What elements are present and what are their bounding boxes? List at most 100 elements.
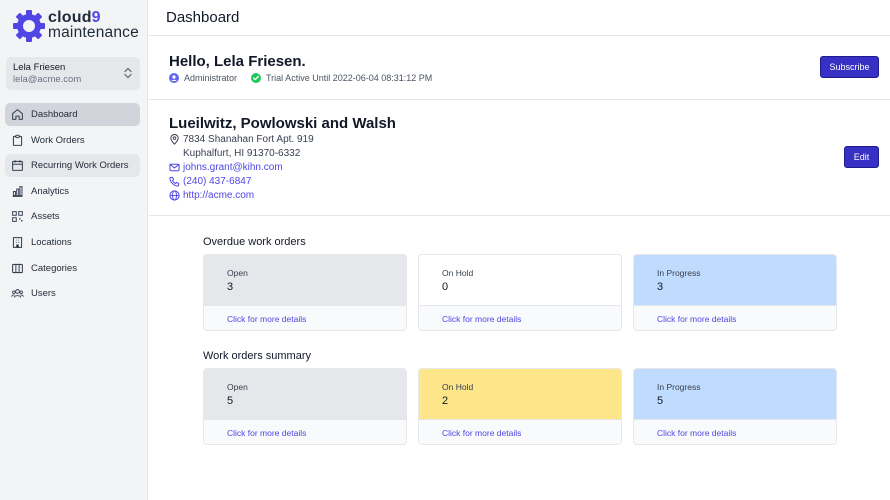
user-circle-icon: [169, 73, 179, 83]
map-pin-icon: [170, 134, 179, 145]
sidebar-item-label: Recurring Work Orders: [31, 160, 129, 172]
globe-icon: [169, 190, 180, 201]
sidebar-item-categories[interactable]: Categories: [5, 257, 140, 280]
card-label: In Progress: [657, 268, 701, 278]
card-details-link[interactable]: Click for more details: [657, 428, 736, 438]
user-role: Administrator: [184, 73, 238, 83]
card-label: On Hold: [442, 268, 474, 278]
sidebar-item-label: Analytics: [31, 185, 70, 197]
card-label: Open: [227, 382, 248, 392]
card-footer: Click for more details: [204, 419, 406, 444]
email-link[interactable]: johns.grant@kihn.com: [183, 162, 283, 173]
greeting-section: Hello, Lela Friesen. Administrator Trial…: [149, 36, 890, 100]
card-top: Open 5: [204, 369, 406, 419]
sidebar-item-work-orders[interactable]: Work Orders: [5, 129, 140, 152]
user-name: Lela Friesen: [13, 62, 66, 73]
home-icon: [12, 109, 23, 120]
brand-text: cloud9 maintenance: [48, 9, 139, 41]
building-icon: [12, 237, 23, 248]
sidebar-item-locations[interactable]: Locations: [5, 231, 140, 254]
card-details-link[interactable]: Click for more details: [227, 314, 306, 324]
card-value: 2: [442, 395, 449, 407]
card-label: Open: [227, 268, 248, 278]
greeting-title: Hello, Lela Friesen.: [169, 53, 306, 70]
phone-icon: [169, 176, 180, 187]
sidebar-item-label: Users: [31, 288, 56, 300]
card-value: 3: [227, 281, 234, 293]
company-website[interactable]: http://acme.com: [169, 190, 254, 201]
subscribe-button[interactable]: Subscribe: [820, 56, 879, 78]
chart-icon: [12, 185, 23, 197]
address-line-2: Kuphalfurt, HI 91370-6332: [183, 148, 301, 159]
greeting-meta: Administrator Trial Active Until 2022-06…: [169, 73, 432, 83]
website-link[interactable]: http://acme.com: [183, 190, 254, 201]
summary-title: Work orders summary: [203, 350, 311, 362]
company-phone[interactable]: (240) 437-6847: [169, 176, 251, 187]
calendar-icon: [12, 160, 23, 172]
company-address: 7834 Shanahan Fort Apt. 919: [169, 134, 314, 145]
brand-subtitle: maintenance: [48, 24, 139, 41]
sidebar-item-label: Categories: [31, 262, 77, 274]
company-address-2: Kuphalfurt, HI 91370-6332: [169, 148, 300, 159]
sidebar-item-analytics[interactable]: Analytics: [5, 180, 140, 203]
card-top: In Progress 3: [634, 255, 836, 305]
sidebar-item-label: Locations: [31, 236, 72, 248]
summary-card-in-progress[interactable]: In Progress 5 Click for more details: [633, 368, 837, 445]
users-icon: [11, 289, 24, 298]
page-title: Dashboard: [166, 9, 240, 26]
brand-name: cloud9: [48, 9, 101, 26]
summary-card-open[interactable]: Open 5 Click for more details: [203, 368, 407, 445]
gear-icon: [13, 10, 45, 42]
overdue-card-in-progress[interactable]: In Progress 3 Click for more details: [633, 254, 837, 331]
card-details-link[interactable]: Click for more details: [442, 428, 521, 438]
clipboard-icon: [12, 134, 23, 146]
overdue-cards: Open 3 Click for more details On Hold 0 …: [203, 254, 838, 331]
address-line-1: 7834 Shanahan Fort Apt. 919: [183, 134, 314, 145]
overdue-card-open[interactable]: Open 3 Click for more details: [203, 254, 407, 331]
card-footer: Click for more details: [204, 305, 406, 330]
sidebar-nav: Dashboard Work Orders Recurring Work Ord…: [5, 103, 140, 308]
summary-card-on-hold[interactable]: On Hold 2 Click for more details: [418, 368, 622, 445]
card-top: Open 3: [204, 255, 406, 305]
overdue-title: Overdue work orders: [203, 236, 306, 248]
columns-icon: [12, 263, 23, 273]
qr-icon: [12, 211, 23, 223]
company-name: Lueilwitz, Powlowski and Walsh: [169, 115, 396, 132]
check-circle-icon: [251, 73, 262, 83]
card-value: 5: [657, 395, 664, 407]
chevron-updown-icon: [124, 67, 132, 79]
card-footer: Click for more details: [419, 305, 621, 330]
sidebar-item-label: Work Orders: [31, 134, 85, 146]
user-email: lela@acme.com: [13, 74, 82, 85]
edit-company-button[interactable]: Edit: [844, 146, 879, 168]
sidebar: cloud9 maintenance Lela Friesen lela@acm…: [0, 0, 148, 500]
trial-status: Trial Active Until 2022-06-04 08:31:12 P…: [266, 73, 433, 83]
sidebar-item-label: Dashboard: [31, 109, 78, 120]
phone-link[interactable]: (240) 437-6847: [183, 176, 251, 187]
company-section: Lueilwitz, Powlowski and Walsh 7834 Shan…: [149, 100, 890, 216]
sidebar-item-dashboard[interactable]: Dashboard: [5, 103, 140, 126]
sidebar-item-assets[interactable]: Assets: [5, 205, 140, 228]
brand-logo[interactable]: cloud9 maintenance: [12, 9, 142, 43]
card-label: In Progress: [657, 382, 701, 392]
card-footer: Click for more details: [634, 419, 836, 444]
card-label: On Hold: [442, 382, 474, 392]
top-bar: Dashboard: [149, 0, 890, 36]
overdue-card-on-hold[interactable]: On Hold 0 Click for more details: [418, 254, 622, 331]
sidebar-item-recurring-work-orders[interactable]: Recurring Work Orders: [5, 154, 140, 178]
card-value: 5: [227, 395, 234, 407]
card-details-link[interactable]: Click for more details: [657, 314, 736, 324]
sidebar-item-users[interactable]: Users: [5, 282, 140, 305]
card-details-link[interactable]: Click for more details: [227, 428, 306, 438]
card-details-link[interactable]: Click for more details: [442, 314, 521, 324]
card-top: On Hold 2: [419, 369, 621, 419]
card-footer: Click for more details: [419, 419, 621, 444]
card-footer: Click for more details: [634, 305, 836, 330]
card-top: In Progress 5: [634, 369, 836, 419]
summary-cards: Open 5 Click for more details On Hold 2 …: [203, 368, 838, 445]
card-top: On Hold 0: [419, 255, 621, 305]
user-switcher[interactable]: Lela Friesen lela@acme.com: [6, 57, 140, 90]
card-value: 3: [657, 281, 664, 293]
sidebar-item-label: Assets: [31, 211, 60, 223]
company-email[interactable]: johns.grant@kihn.com: [169, 162, 283, 173]
